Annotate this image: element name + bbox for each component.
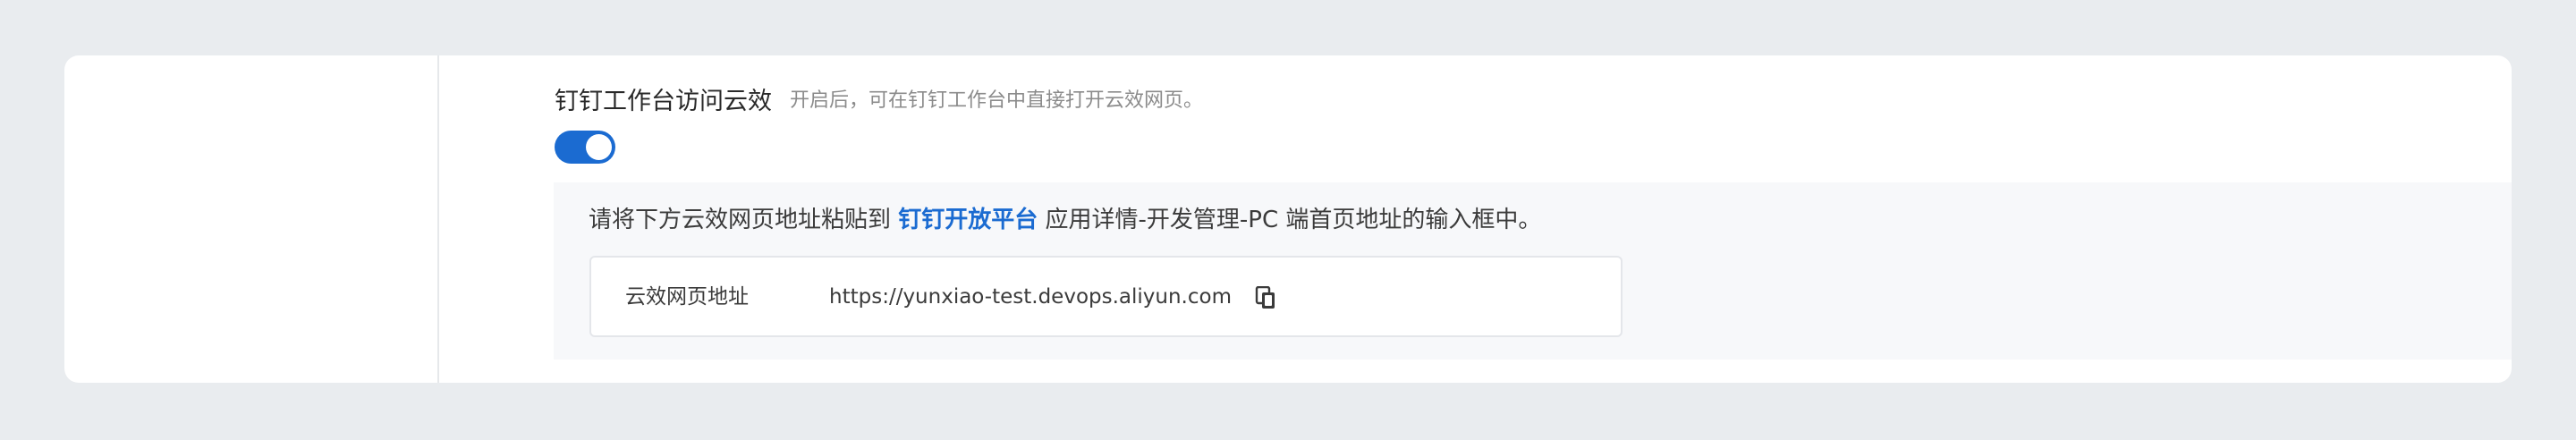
toggle-knob — [586, 134, 612, 160]
url-field-box: 云效网页地址 https://yunxiao-test.devops.aliyu… — [589, 256, 1623, 337]
left-column — [64, 55, 439, 383]
setting-content: 钉钉工作台访问云效 开启后，可在钉钉工作台中直接打开云效网页。 请将下方云效网页… — [437, 55, 2512, 383]
dingtalk-access-toggle[interactable] — [555, 131, 615, 164]
url-field-value: https://yunxiao-test.devops.aliyun.com — [829, 285, 1232, 309]
url-field-label: 云效网页地址 — [625, 285, 749, 309]
dingtalk-open-platform-link[interactable]: 钉钉开放平台 — [898, 207, 1038, 233]
setting-description: 开启后，可在钉钉工作台中直接打开云效网页。 — [790, 89, 1204, 112]
setting-title: 钉钉工作台访问云效 — [555, 87, 772, 115]
instruction-text: 请将下方云效网页地址粘贴到 钉钉开放平台 应用详情-开发管理-PC 端首页地址的… — [589, 202, 1541, 238]
instruction-panel: 请将下方云效网页地址粘贴到 钉钉开放平台 应用详情-开发管理-PC 端首页地址的… — [554, 182, 2512, 360]
setting-header: 钉钉工作台访问云效 开启后，可在钉钉工作台中直接打开云效网页。 — [555, 80, 1203, 116]
copy-icon[interactable] — [1255, 286, 1276, 309]
settings-card: 钉钉工作台访问云效 开启后，可在钉钉工作台中直接打开云效网页。 请将下方云效网页… — [64, 55, 2512, 383]
instruction-prefix: 请将下方云效网页地址粘贴到 — [589, 207, 899, 233]
instruction-suffix: 应用详情-开发管理-PC 端首页地址的输入框中。 — [1038, 207, 1542, 233]
